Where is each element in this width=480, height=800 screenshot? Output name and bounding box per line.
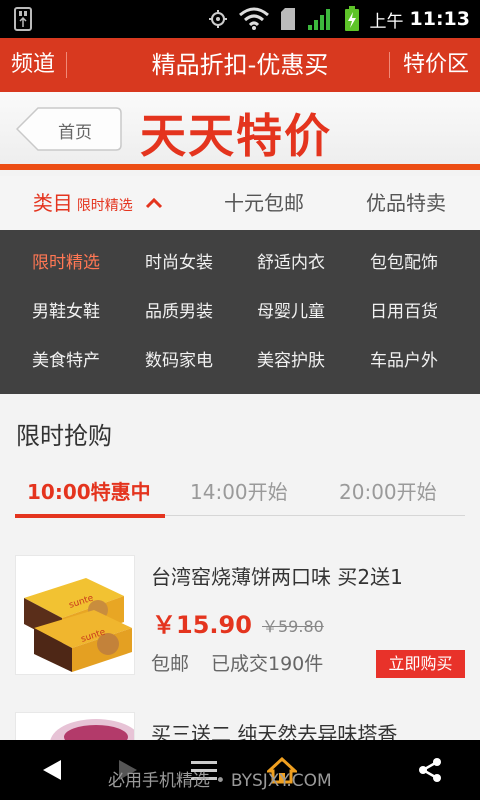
status-icons: 上午 11:13 [208,0,470,38]
home-button[interactable]: 首页 [16,107,122,151]
wifi-icon [238,7,269,30]
channel-button[interactable]: 频道 [11,38,55,92]
share-button[interactable] [408,740,452,800]
back-arrow-icon [43,760,61,780]
battery-charging-icon [344,6,359,31]
signal-icon [307,9,330,30]
product-shipping: 包邮 [151,653,190,675]
product-image [15,712,135,740]
home-button-label: 首页 [58,123,92,143]
time-tab-1400[interactable]: 14:00开始 [190,476,288,505]
time-tab-1000[interactable]: 10:00特惠中 [27,476,151,505]
time-tab-indicator [15,514,165,518]
menu-item-underwear[interactable]: 舒适内衣 [231,239,351,287]
category-tabs: 类目 限时精选 十元包邮 优品特卖 [0,176,480,230]
menu-item-women-fashion[interactable]: 时尚女装 [119,239,239,287]
product-name: 买三送二 纯天然去异味塔香 [151,722,398,740]
menu-item-baby-kids[interactable]: 母婴儿童 [231,288,351,336]
section-title: 限时抢购 [16,422,112,450]
category-menu: 限时精选 时尚女装 舒适内衣 包包配饰 男鞋女鞋 品质男装 母婴儿童 日用百货 … [0,230,480,394]
title-divider-left [66,52,67,78]
share-icon [419,758,441,782]
tab-category[interactable]: 类目 限时精选 [0,176,196,230]
sd-card-icon [280,8,295,30]
clock-ampm: 上午 [369,11,404,32]
flash-sale-section: 限时抢购 10:00特惠中 14:00开始 20:00开始 sunte sunt… [0,394,480,740]
menu-item-car-outdoor[interactable]: 车品户外 [344,337,464,385]
tab-ten-yuan-shipping[interactable]: 十元包邮 [197,176,331,230]
special-zone-button[interactable]: 特价区 [403,38,469,92]
menu-item-beauty[interactable]: 美容护肤 [231,337,351,385]
usb-debug-icon [14,7,32,31]
title-bar: 精品折扣-优惠买 频道 特价区 [0,38,480,92]
watermark-text: 必用手机精选 • BYSJXY.COM [108,771,332,791]
product-name: 台湾窑烧薄饼两口味 买2送1 [151,565,403,589]
product-original-price: ￥59.80 [262,617,324,636]
gps-icon [208,10,227,28]
bottom-nav-bar: 必用手机精选 • BYSJXY.COM [0,740,480,800]
product-image: sunte sunte [15,555,135,675]
brand-title: 天天特价 [140,109,332,163]
buy-now-button[interactable]: 立即购买 [376,650,465,678]
chevron-up-icon [146,197,163,209]
tab-category-label: 类目 [32,191,73,215]
menu-item-bags[interactable]: 包包配饰 [344,239,464,287]
incense-product-image [16,713,134,740]
menu-item-daily-goods[interactable]: 日用百货 [344,288,464,336]
clock-time: 11:13 [409,8,470,30]
menu-item-food[interactable]: 美食特产 [6,337,126,385]
menu-item-electronics[interactable]: 数码家电 [119,337,239,385]
menu-item-shoes[interactable]: 男鞋女鞋 [6,288,126,336]
tab-premium-sale[interactable]: 优品特卖 [332,176,480,230]
title-divider-right [389,52,390,78]
banner: 首页 天天特价 [0,92,480,170]
menu-item-men-fashion[interactable]: 品质男装 [119,288,239,336]
tab-category-selected: 限时精选 [76,198,133,214]
back-button[interactable] [30,740,74,800]
time-tab-2000[interactable]: 20:00开始 [339,476,437,505]
product-price: ￥15.90 [152,611,252,639]
product-sold-count: 已成交190件 [211,653,324,675]
time-tabs: 10:00特惠中 14:00开始 20:00开始 [15,476,465,518]
status-bar: 上午 11:13 [0,0,480,38]
menu-item-flash-select[interactable]: 限时精选 [6,239,126,287]
cookie-box-image: sunte sunte [16,556,134,674]
